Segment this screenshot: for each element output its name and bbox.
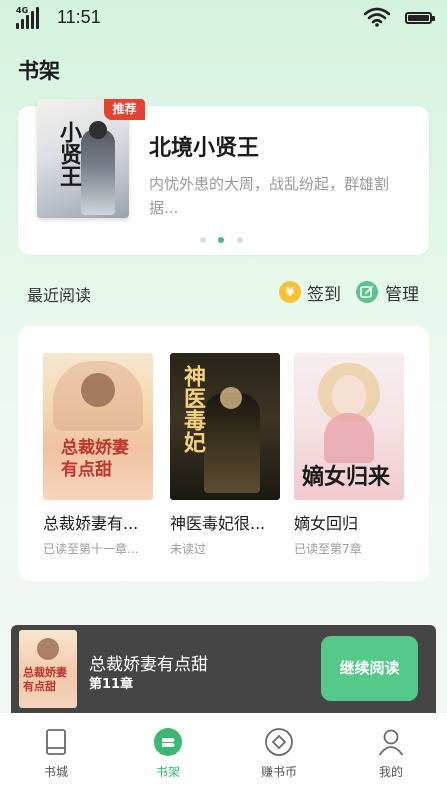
battery-icon	[405, 12, 435, 24]
book-name: 神医毒妃很...	[170, 514, 266, 533]
manage-button[interactable]: 管理	[356, 280, 419, 305]
status-time: 11:51	[57, 7, 101, 27]
coin-icon: ¥	[279, 281, 301, 303]
book-item[interactable]: 总裁娇妻有点甜 总裁娇妻有... 已读至第十一章...	[43, 353, 153, 557]
current-book-cover[interactable]: 总裁娇妻有点甜	[19, 630, 77, 708]
book-item[interactable]: 神医毒妃 神医毒妃很... 未读过	[170, 353, 280, 557]
page-title: 书架	[18, 59, 60, 83]
bottom-tab-bar: 书城 书架 赚书币 我的	[0, 713, 447, 797]
book-progress: 已读至第7章	[294, 542, 362, 556]
sign-in-label: 签到	[307, 284, 341, 305]
tab-label: 我的	[378, 765, 403, 779]
banner-book-title[interactable]: 北境小贤王	[149, 130, 259, 162]
coin-icon	[264, 727, 294, 757]
status-bar: 4G 11:51	[0, 0, 447, 36]
wifi-icon	[364, 7, 390, 27]
tab-bookstore[interactable]: 书城	[21, 727, 91, 780]
sign-in-button[interactable]: ¥ 签到	[279, 280, 341, 305]
book-cover[interactable]: 神医毒妃	[170, 353, 280, 500]
edit-icon	[356, 281, 378, 303]
banner-book-description: 内忧外患的大周，战乱纷起，群雄割据...	[149, 175, 390, 217]
book-cover-title: 神医毒妃	[180, 365, 206, 453]
book-name: 嫡女回归	[294, 514, 359, 533]
current-book-title: 总裁娇妻有点甜	[89, 655, 208, 675]
bookshelf-icon	[153, 727, 183, 757]
recommend-banner[interactable]: 小贤王 推荐 北境小贤王 内忧外患的大周，战乱纷起，群雄割据...	[18, 99, 429, 255]
continue-reading-button[interactable]: 继续阅读	[321, 636, 418, 701]
pagination-dot[interactable]	[200, 237, 206, 243]
book-name: 总裁娇妻有...	[43, 514, 139, 533]
current-book-cover-title: 总裁娇妻有点甜	[23, 666, 67, 693]
recent-books-card: 总裁娇妻有点甜 总裁娇妻有... 已读至第十一章... 神医毒妃 神医毒妃很..…	[18, 326, 429, 581]
tab-label: 书架	[155, 765, 180, 779]
book-cover[interactable]: 嫡女归来	[294, 353, 404, 500]
manage-label: 管理	[385, 284, 419, 305]
book-cover-title: 嫡女归来	[302, 464, 391, 490]
recent-reading-title: 最近阅读	[27, 286, 92, 305]
tab-profile[interactable]: 我的	[356, 727, 426, 780]
pagination-dot[interactable]	[237, 237, 243, 243]
book-cover-title: 总裁娇妻有点甜	[61, 438, 129, 480]
book-progress: 未读过	[170, 542, 207, 556]
current-chapter: 第11章	[89, 677, 134, 692]
continue-reading-bar[interactable]: 总裁娇妻有点甜 总裁娇妻有点甜 第11章 继续阅读	[11, 625, 436, 713]
network-type: 4G	[16, 6, 29, 15]
tab-label: 书城	[43, 765, 68, 779]
tab-earn-coins[interactable]: 赚书币	[244, 727, 314, 780]
user-icon	[376, 727, 406, 757]
tab-label: 赚书币	[260, 765, 297, 779]
banner-cover-title: 小贤王	[56, 121, 82, 187]
book-icon	[41, 727, 71, 757]
book-progress: 已读至第十一章...	[43, 542, 139, 556]
pagination-dot-active[interactable]	[218, 237, 224, 243]
recommend-badge: 推荐	[104, 99, 145, 120]
tab-bookshelf[interactable]: 书架	[133, 727, 203, 780]
book-item[interactable]: 嫡女归来 嫡女回归 已读至第7章	[294, 353, 404, 557]
book-cover[interactable]: 总裁娇妻有点甜	[43, 353, 153, 500]
signal-icon: 4G	[16, 6, 42, 29]
